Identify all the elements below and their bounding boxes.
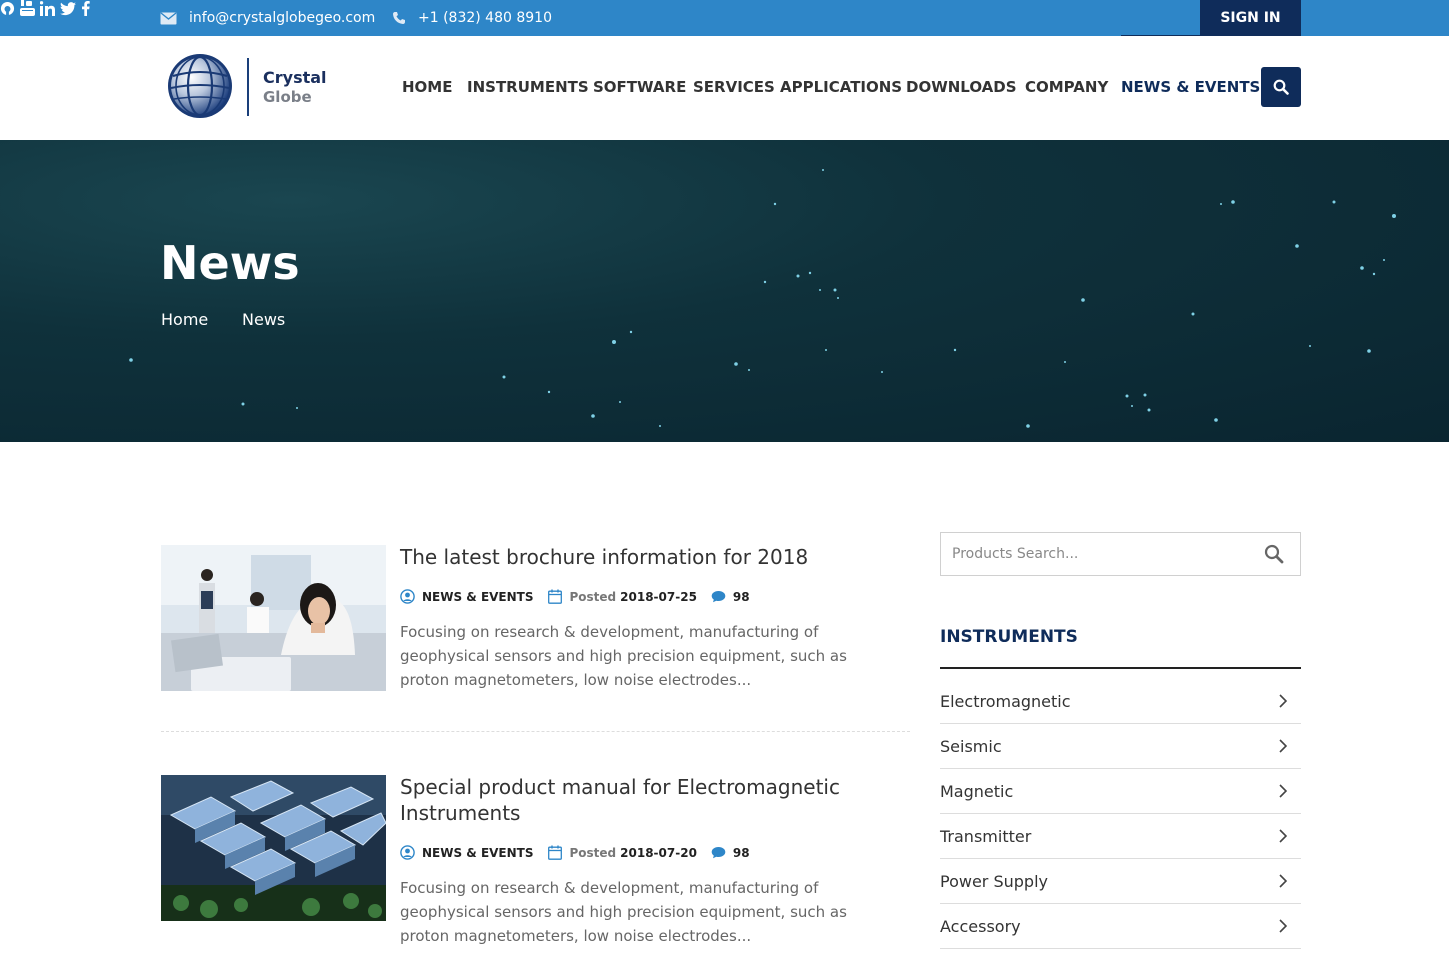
category-label: Power Supply: [940, 871, 1048, 891]
envelope-icon: [160, 11, 177, 24]
sign-in-button[interactable]: SIGN IN: [1200, 0, 1301, 36]
chevron-right-icon: [1279, 739, 1287, 753]
products-search-input[interactable]: [941, 533, 1241, 575]
linkedin-icon[interactable]: [39, 1, 60, 20]
calendar-icon: [547, 845, 562, 860]
category-label: Seismic: [940, 736, 1002, 756]
post-2-title[interactable]: Special product manual for Electromagnet…: [400, 774, 880, 826]
header-search-button[interactable]: [1261, 67, 1301, 107]
products-search-button[interactable]: [1264, 544, 1284, 568]
category-power-supply[interactable]: Power Supply: [940, 859, 1301, 904]
post-2-thumbnail[interactable]: [161, 775, 386, 921]
post-1-date: 2018-07-25: [620, 589, 697, 604]
category-electromagnetic[interactable]: Electromagnetic: [940, 679, 1301, 724]
post-1-comment-count[interactable]: 98: [733, 590, 750, 604]
post-2-posted-label: Posted: [569, 845, 617, 860]
post-divider: [161, 731, 910, 732]
facebook-icon[interactable]: [81, 1, 91, 20]
chevron-right-icon: [1279, 829, 1287, 843]
nav-news-events[interactable]: NEWS & EVENTS: [1121, 78, 1260, 96]
twitter-icon[interactable]: [60, 1, 81, 20]
phone-contact[interactable]: +1 (832) 480 8910: [392, 0, 552, 36]
sidebar-heading-underline: [940, 667, 1301, 669]
search-icon: [1273, 79, 1289, 95]
brand-name-line2[interactable]: Globe: [263, 88, 312, 106]
nav-company[interactable]: COMPANY: [1025, 78, 1108, 96]
post-1-category[interactable]: NEWS & EVENTS: [422, 590, 534, 604]
nav-home[interactable]: HOME: [402, 78, 452, 96]
user-icon: [400, 845, 415, 860]
nav-software[interactable]: SOFTWARE: [593, 78, 686, 96]
category-seismic[interactable]: Seismic: [940, 724, 1301, 769]
category-label: Transmitter: [940, 826, 1032, 846]
sidebar-heading: INSTRUMENTS: [940, 627, 1078, 647]
chevron-right-icon: [1279, 874, 1287, 888]
chevron-right-icon: [1279, 919, 1287, 933]
calendar-icon: [547, 589, 562, 604]
site-header: Crystal Globe HOME INSTRUMENTS SOFTWARE …: [0, 36, 1449, 140]
post-1-posted-label: Posted: [569, 589, 617, 604]
globe-logo-icon[interactable]: [166, 52, 234, 120]
nav-instruments[interactable]: INSTRUMENTS: [467, 78, 589, 96]
nav-applications[interactable]: APPLICATIONS: [780, 78, 902, 96]
nav-services[interactable]: SERVICES: [693, 78, 775, 96]
phone-icon: [393, 12, 405, 24]
logo-divider: [247, 58, 249, 116]
post-1-meta: NEWS & EVENTS Posted 2018-07-25 98: [400, 589, 750, 604]
category-label: Magnetic: [940, 781, 1014, 801]
user-icon: [400, 589, 415, 604]
category-accessory[interactable]: Accessory: [940, 904, 1301, 949]
category-label: Electromagnetic: [940, 691, 1071, 711]
github-icon[interactable]: [0, 1, 20, 20]
breadcrumb-home[interactable]: Home: [161, 310, 208, 329]
products-search-box: [940, 532, 1301, 576]
category-label: Accessory: [940, 916, 1021, 936]
category-transmitter[interactable]: Transmitter: [940, 814, 1301, 859]
post-2-comment-count[interactable]: 98: [733, 846, 750, 860]
post-1-thumbnail[interactable]: [161, 545, 386, 691]
youtube-icon[interactable]: [20, 0, 40, 20]
brand-name-line1[interactable]: Crystal: [263, 68, 327, 87]
comment-icon: [711, 847, 726, 859]
post-1-title[interactable]: The latest brochure information for 2018: [400, 544, 880, 570]
page-title: News: [160, 236, 300, 290]
page-hero: News Home News: [0, 140, 1449, 442]
post-1-excerpt: Focusing on research & development, manu…: [400, 623, 847, 689]
comment-icon: [711, 591, 726, 603]
post-2-date: 2018-07-20: [620, 845, 697, 860]
email-text: info@crystalglobegeo.com: [189, 10, 376, 26]
phone-text: +1 (832) 480 8910: [418, 10, 552, 26]
top-bar: info@crystalglobegeo.com +1 (832) 480 89…: [0, 0, 1449, 36]
chevron-right-icon: [1279, 694, 1287, 708]
post-2-excerpt: Focusing on research & development, manu…: [400, 879, 847, 945]
nav-downloads[interactable]: DOWNLOADS: [906, 78, 1017, 96]
search-icon: [1264, 544, 1284, 564]
post-2-category[interactable]: NEWS & EVENTS: [422, 846, 534, 860]
email-contact[interactable]: info@crystalglobegeo.com: [160, 0, 375, 36]
starfield-background: [129, 169, 1396, 428]
category-magnetic[interactable]: Magnetic: [940, 769, 1301, 814]
chevron-right-icon: [1279, 784, 1287, 798]
breadcrumb-current: News: [242, 310, 286, 329]
post-2-meta: NEWS & EVENTS Posted 2018-07-20 98: [400, 845, 750, 860]
